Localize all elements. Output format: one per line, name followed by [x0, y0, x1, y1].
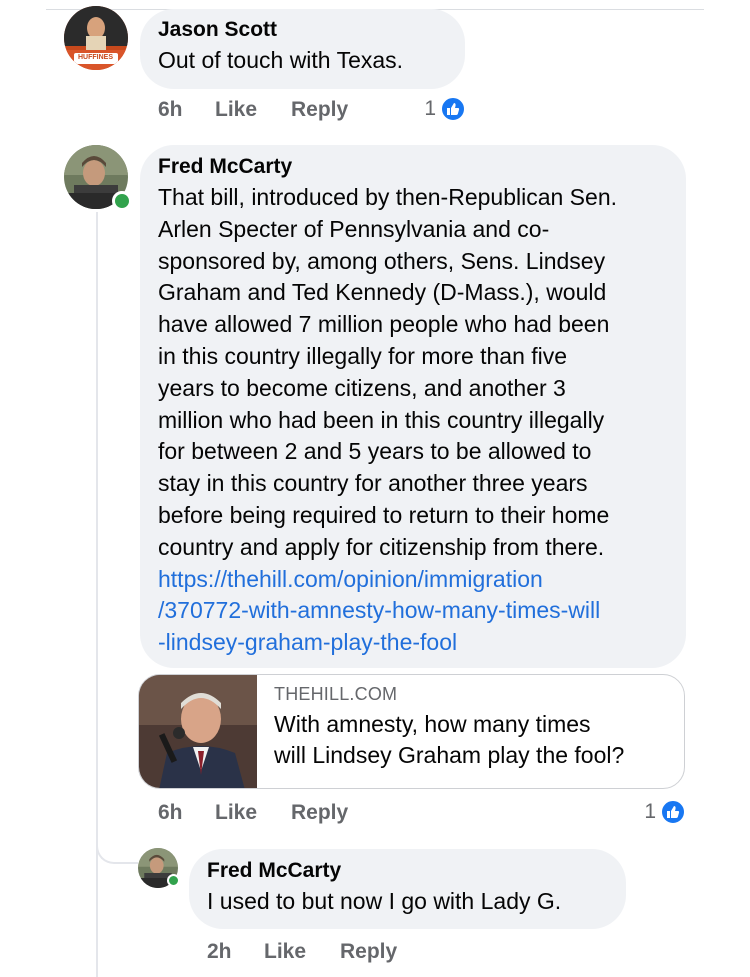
link-preview-domain: THEHILL.COM [274, 684, 398, 704]
comment-text-line: in this country illegally for more than … [158, 342, 568, 369]
link-preview-title: With amnesty, how many times will Lindse… [274, 709, 624, 771]
comment-text-line: million who had been in this country ill… [158, 406, 605, 433]
timestamp[interactable]: 6h [158, 801, 183, 825]
like-button[interactable]: Like [215, 801, 257, 825]
reaction-count: 1 [644, 800, 656, 823]
comment-text-line: Arlen Specter of Pennsylvania and co- [158, 215, 550, 242]
comment-text-line: Out of touch with Texas. [158, 47, 404, 73]
reaction-summary[interactable]: 1 [400, 96, 466, 125]
comment-text-line: have allowed 7 million people who had be… [158, 311, 610, 338]
comment-link[interactable]: -lindsey-graham-play-the-fool [158, 627, 617, 659]
comment-text: That bill, introduced by then-Republican… [158, 182, 617, 659]
link-preview-title-line: will Lindsey Graham play the fool? [274, 742, 625, 768]
comment-text-line: Graham and Ted Kennedy (D-Mass.), would [158, 279, 607, 306]
reply-author[interactable]: Fred McCarty [207, 858, 341, 884]
like-button[interactable]: Like [215, 98, 257, 122]
comment-text-line: That bill, introduced by then-Republican… [158, 184, 618, 210]
thread-connector-elbow [96, 822, 138, 864]
comment-link[interactable]: /370772-with-amnesty-how-many-times-will [158, 595, 617, 627]
comment-actions: 6h Like Reply [158, 801, 458, 829]
timestamp[interactable]: 2h [207, 940, 232, 964]
comment-author[interactable]: Jason Scott [158, 17, 277, 43]
reaction-summary[interactable]: 1 [620, 799, 686, 828]
comment-text-line: before being required to return to their… [158, 501, 610, 528]
reaction-count: 1 [424, 97, 436, 120]
reply-text-line: I used to but now I go with Lady G. [207, 888, 562, 914]
avatar[interactable]: HUFFINES [64, 6, 128, 70]
link-preview-image [139, 675, 257, 788]
comment-text-line: for between 2 and 5 years to be allowed … [158, 438, 592, 465]
thumbs-up-icon [660, 799, 686, 825]
comment-link[interactable]: https://thehill.com/opinion/immigration [158, 564, 617, 596]
comment-text: Out of touch with Texas. [158, 45, 403, 77]
comment-author[interactable]: Fred McCarty [158, 154, 292, 180]
like-button[interactable]: Like [264, 940, 306, 964]
online-status-dot [112, 191, 132, 211]
link-preview-card[interactable]: THEHILL.COM With amnesty, how many times… [138, 674, 685, 789]
comment-text-line: years to become citizens, and another 3 [158, 374, 566, 401]
avatar-badge-text: HUFFINES [78, 54, 113, 61]
comment-text-line: country and apply for citizenship from t… [158, 533, 605, 560]
reply-button[interactable]: Reply [291, 801, 348, 825]
comment-text-line: sponsored by, among others, Sens. Lindse… [158, 247, 606, 274]
timestamp[interactable]: 6h [158, 98, 183, 122]
thread-connector-line [96, 212, 98, 977]
link-preview-title-line: With amnesty, how many times [274, 711, 591, 737]
reply-button[interactable]: Reply [340, 940, 397, 964]
reply-button[interactable]: Reply [291, 98, 348, 122]
reply-text: I used to but now I go with Lady G. [207, 886, 561, 918]
reply-actions: 2h Like Reply [207, 940, 507, 968]
online-status-dot [167, 874, 180, 887]
thumbs-up-icon [440, 96, 466, 122]
comment-text-line: stay in this country for another three y… [158, 470, 588, 497]
